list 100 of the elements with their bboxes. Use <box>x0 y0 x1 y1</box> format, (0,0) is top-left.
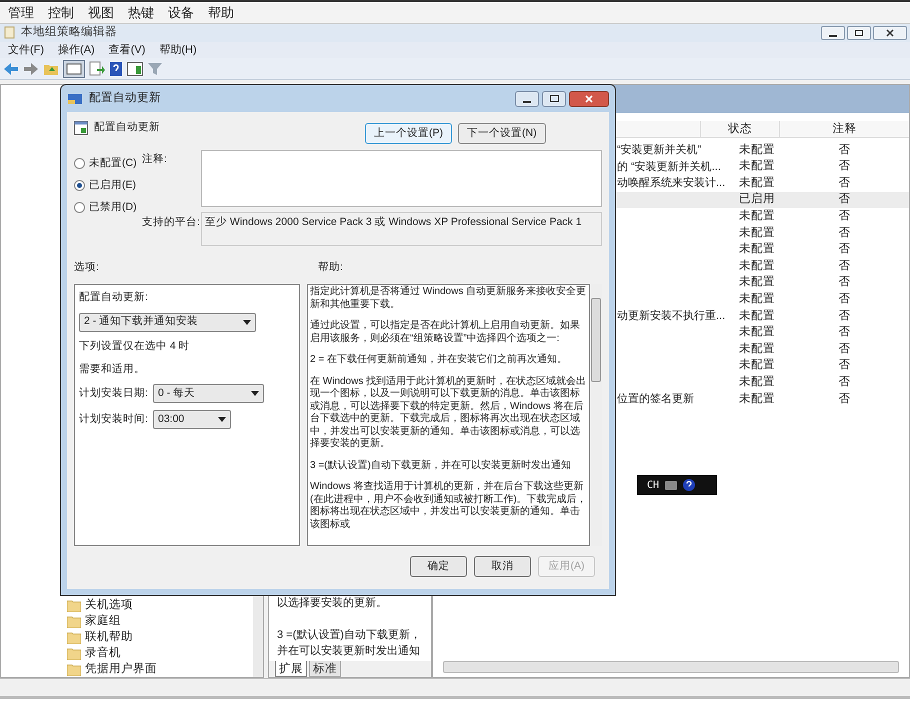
section-label: 选项: <box>74 260 100 275</box>
help-paragraph: 2 = 在下载任何更新前通知，并在安装它们之前再次通知。 <box>310 354 568 366</box>
next-setting-button[interactable]: 下一个设置(N) <box>458 123 546 144</box>
window-panel-icon[interactable] <box>127 62 143 76</box>
help-icon[interactable] <box>683 479 696 491</box>
radio-option[interactable]: 已禁用(D) <box>74 200 142 215</box>
close-button[interactable] <box>873 26 907 40</box>
comment-text: 否 <box>838 359 850 372</box>
view-tab[interactable]: 标准 <box>309 661 341 677</box>
help-paragraph: Windows 将查找适用于计算机的更新，并在后台下载这些更新(在此进程中，用户不会收到通知或被打断工作)。下载完成后，图标将出现在状态区域中，并发出可以安装更新的通知。单击该图标或 <box>310 481 587 531</box>
schedule-dropdown[interactable]: 03:00 <box>153 410 231 430</box>
radio-option[interactable]: 未配置(C) <box>74 156 142 171</box>
policy-name: “安装更新并关机” <box>617 144 702 156</box>
maximize-button[interactable] <box>542 90 566 106</box>
radio-option[interactable]: 已启用(E) <box>74 178 142 193</box>
comment-text: 否 <box>838 326 850 338</box>
field-label: 注释: <box>142 152 168 167</box>
help-text: 3 =(默认设置)自动下载更新，并在可以安装更新时发出通知 <box>277 628 422 659</box>
state-text: 未配置 <box>739 376 775 388</box>
menu-item[interactable]: 查看(V) <box>108 42 146 58</box>
minimize-button[interactable] <box>515 90 539 106</box>
state-text: 未配置 <box>739 326 775 338</box>
help-paragraph: 3 =(默认设置)自动下载更新，并在可以安装更新时发出通知 <box>310 460 572 472</box>
state-text: 未配置 <box>739 276 775 288</box>
language-indicator[interactable]: CH <box>647 478 660 492</box>
tree-item[interactable]: 录音机 <box>85 645 121 663</box>
export-list-icon[interactable] <box>89 60 105 76</box>
platform-field: 至少 Windows 2000 Service Pack 3 或 Windows XP Professional Service Pack 1 <box>201 212 602 246</box>
close-icon <box>585 94 593 102</box>
tree-item[interactable]: 家庭组 <box>85 613 121 631</box>
option-label: 计划安装时间: <box>79 412 149 427</box>
menu-item[interactable]: 帮助 <box>208 2 234 22</box>
tree-item[interactable]: 关机选项 <box>85 597 133 615</box>
option-note: 需要和适用。 <box>79 362 146 376</box>
tree-item[interactable]: 凭据用户界面 <box>85 661 157 679</box>
comment-text: 否 <box>838 276 850 288</box>
dropdown-caret-icon <box>218 417 226 422</box>
folder-icon <box>67 648 81 660</box>
minimize-button[interactable] <box>821 26 845 40</box>
radio-button[interactable] <box>74 202 85 213</box>
keyboard-icon[interactable] <box>665 480 678 490</box>
radio-button[interactable] <box>74 158 85 169</box>
help-paragraph: 通过此设置，可以指定是否在此计算机上启用自动更新。如果启用该服务，则必须在“组策略设置”中选择四个选项之一: <box>310 320 581 345</box>
option-label: 配置自动更新: <box>79 290 149 305</box>
menu-item[interactable]: 视图 <box>88 2 114 22</box>
dialog-button[interactable]: 取消 <box>474 556 531 577</box>
back-arrow-icon[interactable] <box>3 62 19 76</box>
comment-text: 否 <box>838 293 850 306</box>
section-label: 帮助: <box>318 260 343 275</box>
comment-field[interactable] <box>201 150 602 207</box>
comment-text: 否 <box>838 392 850 405</box>
folder-icon <box>67 664 81 676</box>
comment-text: 否 <box>838 243 850 256</box>
policy-name: 的 “安装更新并关机... <box>617 160 721 173</box>
state-text: 未配置 <box>739 260 775 272</box>
column-header[interactable]: 状态 <box>701 121 780 137</box>
menu-item[interactable]: 帮助(H) <box>159 42 197 58</box>
radio-button[interactable] <box>74 180 85 191</box>
state-text: 未配置 <box>739 160 775 172</box>
menu-item[interactable]: 操作(A) <box>58 42 95 58</box>
tree-item[interactable]: 联机帮助 <box>85 629 133 647</box>
comment-text: 否 <box>838 176 850 189</box>
policy-icon <box>74 120 88 135</box>
column-header[interactable]: 注释 <box>780 121 909 137</box>
folder-icon <box>67 600 81 612</box>
comment-text: 否 <box>838 210 850 222</box>
help-paragraph: 指定此计算机是否将通过 Windows 自动更新服务来接收安全更新和其他重要下载。 <box>310 286 587 311</box>
menu-item[interactable]: 文件(F) <box>8 42 44 58</box>
menu-item[interactable]: 管理 <box>8 2 34 22</box>
policy-name: 动唤醒系统来安装计... <box>617 177 726 190</box>
schedule-dropdown[interactable]: 0 - 每天 <box>153 384 264 404</box>
comment-text: 否 <box>838 310 850 322</box>
dialog-title: 配置自动更新 <box>89 90 161 106</box>
state-text: 未配置 <box>739 310 775 322</box>
option-note: 下列设置仅在选中 4 时 <box>79 338 191 354</box>
folder-icon <box>67 616 81 628</box>
menu-item[interactable]: 热键 <box>128 2 154 22</box>
forward-arrow-icon[interactable] <box>23 62 39 76</box>
policy-heading: 配置自动更新 <box>94 120 160 135</box>
state-text: 未配置 <box>739 144 775 156</box>
option-label: 计划安装日期: <box>79 386 149 401</box>
comment-text: 否 <box>838 376 850 388</box>
menu-item[interactable]: 控制 <box>48 2 74 22</box>
view-tab[interactable]: 扩展 <box>275 661 307 677</box>
menu-item[interactable]: 设备 <box>168 2 194 22</box>
scroll-icon <box>3 26 15 40</box>
dropdown-caret-icon <box>251 391 259 396</box>
comment-text: 否 <box>838 160 850 172</box>
dialog-button[interactable]: 确定 <box>410 556 467 577</box>
previous-setting-button[interactable]: 上一个设置(P) <box>365 123 452 144</box>
console-tree-icon[interactable] <box>63 60 85 78</box>
comment-text: 否 <box>838 193 850 206</box>
field-label: 支持的平台: <box>142 215 201 230</box>
state-text: 未配置 <box>739 293 775 306</box>
horizontal-scrollbar[interactable] <box>443 661 899 673</box>
help-icon[interactable] <box>109 60 123 76</box>
policy-name: 位置的签名更新 <box>617 392 694 405</box>
mode-dropdown[interactable]: 2 - 通知下载并通知安装 <box>79 312 256 332</box>
close-button[interactable] <box>569 90 609 106</box>
restore-button[interactable] <box>847 26 871 40</box>
